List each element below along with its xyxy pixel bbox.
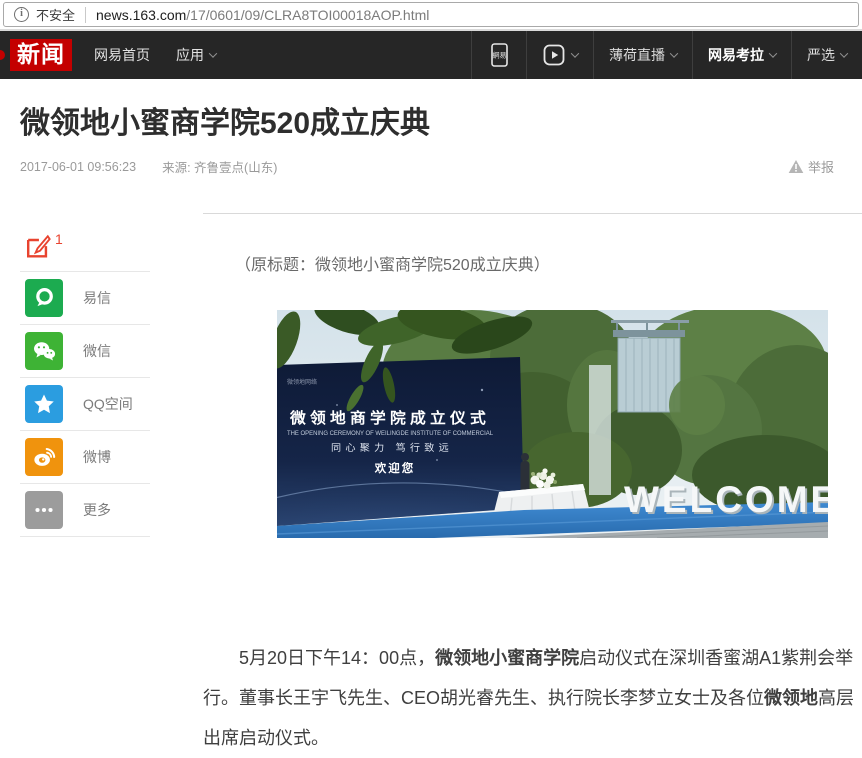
svg-text:微领地网络: 微领地网络 — [287, 378, 317, 386]
chevron-down-icon — [209, 49, 217, 57]
red-dot-decoration — [0, 50, 5, 60]
news-logo[interactable]: 新闻 — [10, 39, 72, 71]
nav-home-label: 网易首页 — [94, 45, 150, 65]
svg-text:同心聚力 笃行致远: 同心聚力 笃行致远 — [331, 442, 453, 454]
share-wechat[interactable]: 微信 — [20, 325, 150, 378]
nav-mobile-app[interactable]: 網易 — [471, 31, 526, 79]
svg-text:網易: 網易 — [493, 51, 507, 60]
chevron-down-icon — [670, 49, 678, 57]
share-label: 更多 — [83, 500, 111, 520]
source-name: 齐鲁壹点(山东) — [194, 161, 277, 175]
share-label: 微信 — [83, 341, 111, 361]
warning-triangle-icon — [788, 159, 804, 174]
chevron-down-icon — [840, 49, 848, 57]
play-icon — [542, 43, 566, 67]
svg-text:欢迎您: 欢迎您 — [374, 461, 416, 475]
qzone-star-icon — [25, 385, 63, 423]
share-sidebar: 1 易信 微信 — [20, 231, 150, 537]
nav-app-menu[interactable]: 应用 — [176, 45, 216, 65]
svg-text:THE OPENING CEREMONY OF WEILIN: THE OPENING CEREMONY OF WEILINGDE INSTIT… — [287, 431, 494, 437]
report-button[interactable]: 举报 — [788, 157, 834, 176]
url-text[interactable]: news.163.com/17/0601/09/CLRA8TOI00018AOP… — [96, 7, 429, 23]
nav-video-menu[interactable] — [526, 31, 593, 79]
report-label: 举报 — [808, 157, 834, 176]
nav-app-label: 应用 — [176, 45, 204, 65]
weibo-icon — [25, 438, 63, 476]
share-label: 易信 — [83, 288, 111, 308]
keyword-link[interactable]: 微领地 — [764, 688, 818, 708]
browser-chrome: i 不安全 news.163.com/17/0601/09/CLRA8TOI00… — [0, 0, 862, 31]
nav-mint-live-label: 薄荷直播 — [609, 45, 665, 65]
address-bar[interactable]: i 不安全 news.163.com/17/0601/09/CLRA8TOI00… — [3, 2, 859, 27]
original-title-line: （原标题：微领地小蜜商学院520成立庆典） — [203, 255, 862, 277]
article-content: （原标题：微领地小蜜商学院520成立庆典） — [203, 213, 862, 758]
svg-text:WELCOME: WELCOME — [624, 479, 828, 520]
nav-kaola[interactable]: 网易考拉 — [692, 31, 791, 79]
share-weibo[interactable]: 微博 — [20, 431, 150, 484]
phone-icon: 網易 — [487, 41, 511, 69]
chevron-down-icon — [571, 49, 579, 57]
nav-mint-live[interactable]: 薄荷直播 — [593, 31, 692, 79]
nav-yanxuan-label: 严选 — [807, 45, 835, 65]
source-prefix: 来源: — [162, 161, 190, 175]
write-comment-icon — [24, 233, 52, 261]
nav-home-link[interactable]: 网易首页 — [94, 45, 150, 65]
url-domain: news.163.com — [96, 7, 186, 23]
comment-button[interactable]: 1 — [20, 231, 150, 271]
address-divider — [85, 7, 86, 23]
article-photo: 微领地网络 微领地商学院成立仪式 THE OPENING CEREMONY OF… — [277, 310, 828, 538]
nav-kaola-label: 网易考拉 — [708, 45, 764, 65]
article-source: 来源: 齐鲁壹点(山东) — [162, 157, 277, 176]
nav-yanxuan[interactable]: 严选 — [791, 31, 862, 79]
share-yixin[interactable]: 易信 — [20, 272, 150, 325]
chevron-down-icon — [769, 49, 777, 57]
article-paragraph: 5月20日下午14：00点，微领地小蜜商学院启动仪式在深圳香蜜湖A1紫荆会举行。… — [203, 638, 862, 758]
info-icon[interactable]: i — [14, 7, 29, 22]
publish-date: 2017-06-01 09:56:23 — [20, 160, 136, 174]
page-title: 微领地小蜜商学院520成立庆典 — [20, 101, 842, 147]
security-label[interactable]: 不安全 — [36, 5, 75, 24]
article-meta: 2017-06-01 09:56:23 来源: 齐鲁壹点(山东) 举报 — [20, 157, 842, 176]
ceremony-photo-illustration: 微领地网络 微领地商学院成立仪式 THE OPENING CEREMONY OF… — [277, 310, 828, 538]
top-navbar: 新闻 网易首页 应用 網易 薄荷直播 网易考拉 严选 — [0, 31, 862, 79]
share-more[interactable]: 更多 — [20, 484, 150, 537]
keyword-link[interactable]: 微领地小蜜商学院 — [435, 648, 579, 668]
svg-text:微领地商学院成立仪式: 微领地商学院成立仪式 — [289, 409, 490, 427]
comment-count-badge: 1 — [55, 231, 63, 247]
share-label: 微博 — [83, 447, 111, 467]
paragraph-text: 5月20日下午14：00点， — [239, 648, 435, 668]
share-label: QQ空间 — [83, 394, 133, 414]
yixin-icon — [25, 279, 63, 317]
more-dots-icon — [25, 491, 63, 529]
share-qzone[interactable]: QQ空间 — [20, 378, 150, 431]
url-path: /17/0601/09/CLRA8TOI00018AOP.html — [186, 7, 429, 23]
wechat-icon — [25, 332, 63, 370]
